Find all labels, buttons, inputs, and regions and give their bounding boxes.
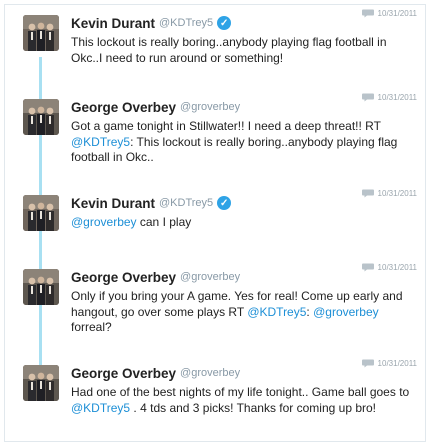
- tweet-header: George Overbey @groverbey: [71, 365, 240, 381]
- tweet-date[interactable]: 10/31/2011: [378, 9, 417, 18]
- tweet-date[interactable]: 10/31/2011: [378, 359, 417, 368]
- speech-bubble-icon[interactable]: [361, 189, 374, 198]
- speech-bubble-icon[interactable]: [361, 9, 374, 18]
- tweet-meta: 10/31/2011: [361, 263, 417, 272]
- mention-link[interactable]: @KDTrey5: [247, 305, 306, 319]
- mention-link[interactable]: @KDTrey5: [71, 135, 130, 149]
- author-name[interactable]: George Overbey: [71, 100, 176, 115]
- tweet-header: Kevin Durant @KDTrey5 ✓: [71, 15, 232, 31]
- avatar[interactable]: [23, 15, 59, 51]
- tweet-date[interactable]: 10/31/2011: [378, 189, 417, 198]
- tweet-thread: Kevin Durant @KDTrey5 ✓ 10/31/2011 This lock…: [4, 4, 426, 442]
- tweet-text-segment: This lockout is really boring..anybody p…: [71, 35, 387, 65]
- tweet-header: George Overbey @groverbey: [71, 269, 240, 285]
- tweet-text-segment: Had one of the best nights of my life to…: [71, 385, 410, 399]
- author-handle[interactable]: @KDTrey5: [159, 197, 213, 209]
- author-handle[interactable]: @groverbey: [180, 101, 240, 113]
- avatar[interactable]: [23, 195, 59, 231]
- verified-check-icon: ✓: [217, 196, 232, 210]
- author-name[interactable]: George Overbey: [71, 270, 176, 285]
- author-handle[interactable]: @groverbey: [180, 271, 240, 283]
- speech-bubble-icon[interactable]: [361, 359, 374, 368]
- tweet-meta: 10/31/2011: [361, 359, 417, 368]
- tweet-date[interactable]: 10/31/2011: [378, 263, 417, 272]
- tweet-text-segment: forreal?: [71, 320, 112, 334]
- verified-check-icon: ✓: [217, 16, 232, 30]
- tweet-text: Only if you bring your A game. Yes for r…: [71, 289, 415, 336]
- tweet-header: George Overbey @groverbey: [71, 99, 240, 115]
- tweet-text: @groverbey can I play: [71, 215, 415, 231]
- mention-link[interactable]: @KDTrey5: [71, 401, 130, 415]
- tweet-text: Got a game tonight in Stillwater!! I nee…: [71, 119, 415, 166]
- author-handle[interactable]: @groverbey: [180, 367, 240, 379]
- author-name[interactable]: Kevin Durant: [71, 196, 155, 211]
- author-name[interactable]: George Overbey: [71, 366, 176, 381]
- tweet-header: Kevin Durant @KDTrey5 ✓: [71, 195, 232, 211]
- author-handle[interactable]: @KDTrey5: [159, 17, 213, 29]
- tweet-meta: 10/31/2011: [361, 189, 417, 198]
- speech-bubble-icon[interactable]: [361, 263, 374, 272]
- speech-bubble-icon[interactable]: [361, 93, 374, 102]
- avatar[interactable]: [23, 269, 59, 305]
- tweet-text-segment: Got a game tonight in Stillwater!! I nee…: [71, 119, 381, 133]
- tweet-meta: 10/31/2011: [361, 9, 417, 18]
- tweet-text: This lockout is really boring..anybody p…: [71, 35, 415, 66]
- tweet-text: Had one of the best nights of my life to…: [71, 385, 415, 416]
- author-name[interactable]: Kevin Durant: [71, 16, 155, 31]
- avatar[interactable]: [23, 365, 59, 401]
- tweet-date[interactable]: 10/31/2011: [378, 93, 417, 102]
- avatar[interactable]: [23, 99, 59, 135]
- mention-link[interactable]: @groverbey: [71, 215, 137, 229]
- tweet-text-segment: . 4 tds and 3 picks! Thanks for coming u…: [130, 400, 376, 415]
- tweet-meta: 10/31/2011: [361, 93, 417, 102]
- tweet-text-segment: can I play: [136, 215, 192, 229]
- mention-link[interactable]: @groverbey: [313, 305, 379, 319]
